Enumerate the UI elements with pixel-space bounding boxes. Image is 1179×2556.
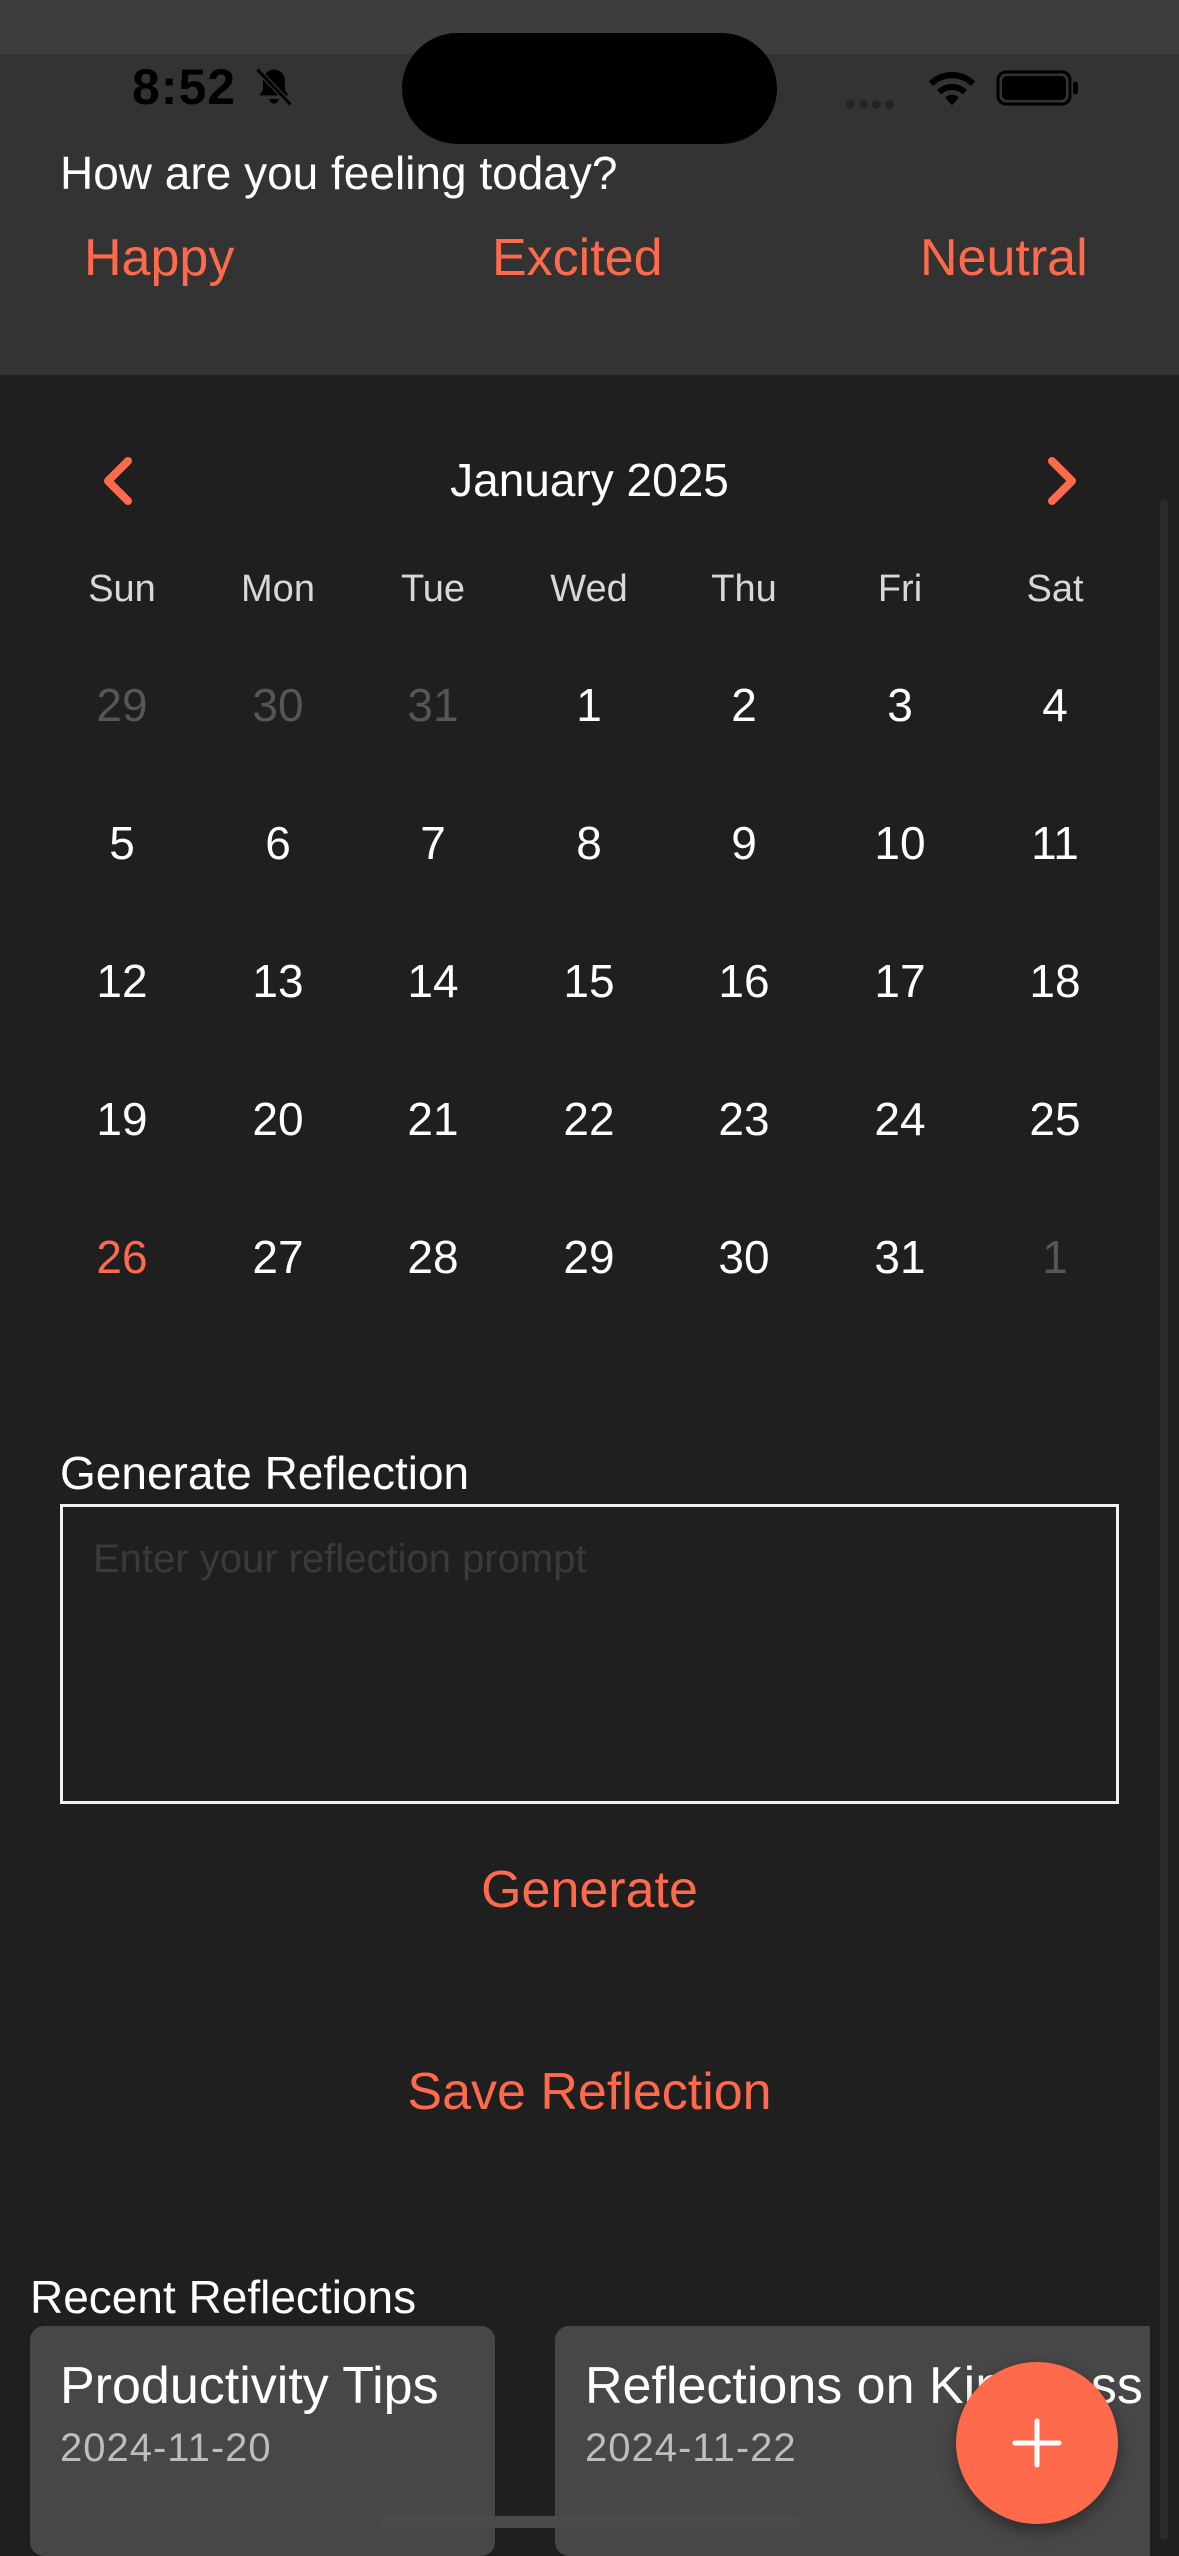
calendar-day[interactable]: 31 [822,1230,978,1284]
calendar-day[interactable]: 16 [666,954,822,1008]
generate-button[interactable]: Generate [0,1860,1179,1920]
mood-question: How are you feeling today? [60,147,618,199]
mood-option-excited[interactable]: Excited [492,228,663,288]
save-reflection-button[interactable]: Save Reflection [0,2062,1179,2122]
weekday-sun: Sun [88,568,156,610]
cellular-signal-icon [846,96,898,114]
calendar-day[interactable]: 20 [200,1092,356,1146]
weekday-tue: Tue [400,568,466,610]
calendar-day[interactable]: 1 [977,1230,1133,1284]
bell-slash-icon [255,67,293,107]
calendar-day[interactable]: 18 [977,954,1133,1008]
calendar-day[interactable]: 17 [822,954,978,1008]
calendar-day[interactable]: 6 [200,816,356,870]
calendar-day[interactable]: 14 [355,954,511,1008]
mood-option-neutral[interactable]: Neutral [920,228,1088,288]
calendar-day[interactable]: 1 [511,678,667,732]
calendar-day[interactable]: 21 [355,1092,511,1146]
weekday-thu: Thu [711,568,777,610]
weekday-mon: Mon [241,568,315,610]
calendar-day[interactable]: 7 [355,816,511,870]
calendar-day[interactable]: 2 [666,678,822,732]
calendar-day[interactable]: 9 [666,816,822,870]
calendar-day[interactable]: 25 [977,1092,1133,1146]
weekday-fri: Fri [877,568,923,610]
chevron-right-icon[interactable] [1042,455,1082,507]
generate-reflection-label: Generate Reflection [60,1447,470,1499]
calendar-day[interactable]: 30 [200,678,356,732]
calendar-month-title: January 2025 [450,454,729,506]
scrollbar[interactable] [1160,500,1168,2540]
calendar-day[interactable]: 8 [511,816,667,870]
dynamic-island [402,33,777,144]
calendar-day[interactable]: 5 [44,816,200,870]
reflection-card-date: 2024-11-20 [60,2426,272,2470]
add-reflection-button[interactable] [956,2362,1118,2524]
battery-icon [996,70,1078,106]
weekday-sat: Sat [1026,568,1084,610]
calendar-day[interactable]: 29 [511,1230,667,1284]
calendar-day[interactable]: 30 [666,1230,822,1284]
plus-icon [1012,2418,1062,2468]
calendar-day[interactable]: 10 [822,816,978,870]
calendar-day[interactable]: 31 [355,678,511,732]
calendar-day[interactable]: 28 [355,1230,511,1284]
calendar-day[interactable]: 3 [822,678,978,732]
status-time: 8:52 [132,59,237,115]
calendar-day[interactable]: 4 [977,678,1133,732]
home-indicator[interactable] [380,2516,800,2528]
calendar-day[interactable]: 11 [977,816,1133,870]
calendar-day-selected[interactable]: 26 [44,1230,200,1284]
screen: 8:52 How are you feeling today? Happy Ex… [0,0,1179,2556]
calendar-day[interactable]: 22 [511,1092,667,1146]
calendar-day[interactable]: 29 [44,678,200,732]
calendar-day[interactable]: 27 [200,1230,356,1284]
wifi-icon [929,72,975,106]
reflection-prompt-input[interactable] [60,1504,1119,1804]
calendar-day[interactable]: 19 [44,1092,200,1146]
mood-option-happy[interactable]: Happy [84,228,234,288]
reflection-card-title: Productivity Tips [60,2357,439,2415]
recent-reflections-title: Recent Reflections [30,2271,417,2323]
calendar-day[interactable]: 23 [666,1092,822,1146]
calendar-day[interactable]: 24 [822,1092,978,1146]
calendar-day[interactable]: 13 [200,954,356,1008]
calendar-day[interactable]: 12 [44,954,200,1008]
weekday-wed: Wed [550,568,628,610]
calendar-day[interactable]: 15 [511,954,667,1008]
